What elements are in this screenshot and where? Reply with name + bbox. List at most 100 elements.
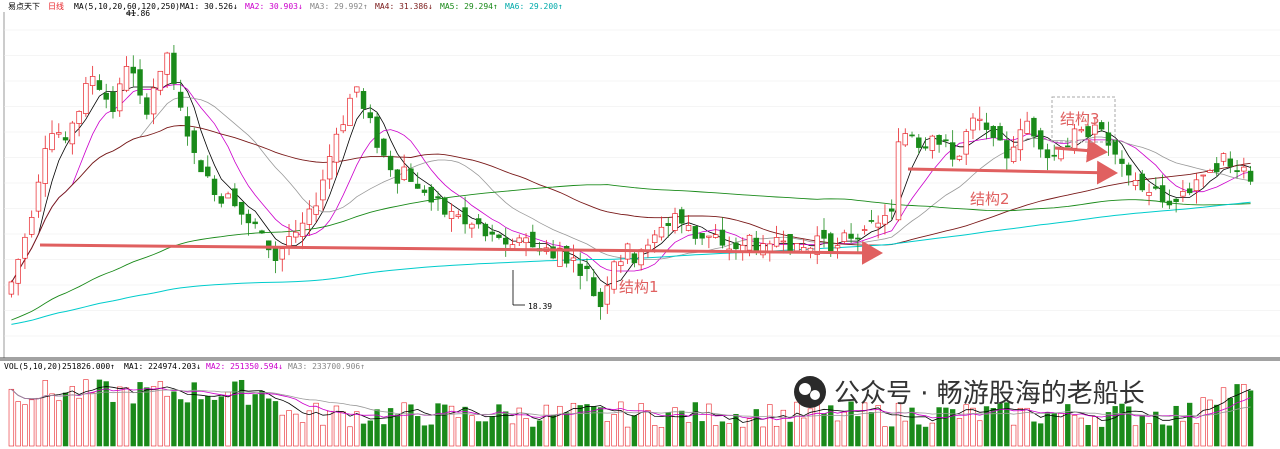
candle <box>848 223 854 244</box>
ma4-value: MA4: 31.386↓ <box>375 2 433 11</box>
volume-bar <box>299 422 306 447</box>
candle <box>15 258 21 296</box>
candle <box>198 159 204 173</box>
candle <box>1186 182 1193 196</box>
volume-bar <box>184 402 191 447</box>
volume-bar <box>983 406 990 447</box>
candle <box>672 207 678 234</box>
candle <box>1220 152 1227 166</box>
candle <box>523 233 529 257</box>
vol-indicator-label: VOL(5,10,20) <box>4 362 62 371</box>
volume-bar <box>753 409 759 447</box>
volume-bar <box>604 421 610 447</box>
volume-bar <box>1112 406 1118 447</box>
candle <box>76 110 82 137</box>
candle <box>69 120 76 155</box>
volume-bar <box>415 416 421 447</box>
candle <box>35 174 42 218</box>
candle <box>56 123 62 138</box>
candle <box>245 209 252 236</box>
volume-bar <box>861 402 868 447</box>
candle <box>1024 111 1030 135</box>
candle <box>834 237 841 259</box>
volume-bar <box>1092 416 1098 447</box>
candle <box>184 106 191 146</box>
candle <box>469 222 475 238</box>
candle <box>943 134 949 148</box>
candle <box>83 76 89 117</box>
candle <box>712 224 719 239</box>
candle <box>503 227 509 257</box>
candle <box>902 128 908 147</box>
volume-bar <box>421 425 428 447</box>
candle <box>340 115 346 134</box>
candle <box>773 225 780 248</box>
volume-bar <box>76 397 82 447</box>
volume-bar <box>746 418 753 447</box>
candle <box>733 237 739 260</box>
volume-bar <box>977 420 983 447</box>
candle <box>658 216 665 241</box>
candle <box>1132 172 1139 191</box>
candle <box>1153 177 1159 191</box>
volume-bar <box>801 417 807 447</box>
candle <box>1017 118 1024 161</box>
candle <box>516 234 522 247</box>
volume-bar <box>631 415 638 447</box>
volume-bar <box>543 404 550 447</box>
volume-bar <box>252 394 258 447</box>
volume-bar <box>1166 425 1173 447</box>
volume-bar <box>841 411 847 447</box>
candle <box>949 130 956 167</box>
candle <box>977 106 983 131</box>
candle <box>252 218 258 229</box>
candle <box>645 238 651 258</box>
structure-arrows <box>39 96 1118 265</box>
volume-bar <box>232 381 238 447</box>
candle <box>868 209 875 224</box>
volume-bar <box>719 421 726 447</box>
volume-bar <box>909 407 915 447</box>
volume-bar <box>672 407 678 447</box>
candle <box>611 260 617 294</box>
volume-bar <box>1146 423 1152 447</box>
volume-bar <box>469 415 475 447</box>
vol-value: 251826.000↑ <box>62 362 115 371</box>
volume-bar <box>882 426 888 447</box>
volume-bar <box>1065 404 1071 447</box>
volume-bar <box>15 401 21 447</box>
volume-bar <box>367 420 373 447</box>
volume-bar <box>279 414 285 447</box>
volume-bar <box>645 410 651 447</box>
volume-bar <box>150 386 157 447</box>
candle <box>814 226 820 265</box>
volume-bar <box>1031 421 1037 447</box>
candle <box>489 224 495 242</box>
volume-bar <box>245 404 252 447</box>
volume-bar <box>712 425 719 447</box>
volume-bar <box>455 417 461 447</box>
volume-bar <box>1010 424 1017 447</box>
volume-bar <box>462 406 468 447</box>
candle <box>604 276 611 314</box>
ma6-value: MA6: 29.200↑ <box>505 2 563 11</box>
volume-bar <box>272 401 279 447</box>
volume-bar <box>550 414 556 447</box>
volume-bar <box>178 399 184 447</box>
ma6-line <box>11 201 1251 325</box>
volume-bar <box>1220 387 1227 447</box>
candle <box>563 245 570 268</box>
candle <box>408 163 414 182</box>
candle <box>8 280 15 298</box>
candle <box>279 247 285 272</box>
candle <box>597 288 604 320</box>
volume-bar <box>211 399 218 447</box>
candle <box>895 128 902 222</box>
volume-bar <box>448 405 455 447</box>
volume-bar <box>1200 397 1206 447</box>
volume-bar <box>394 414 401 447</box>
volume-bar <box>760 426 766 447</box>
volume-bar <box>62 392 69 447</box>
candle <box>841 229 848 244</box>
volume-bar <box>557 405 563 447</box>
